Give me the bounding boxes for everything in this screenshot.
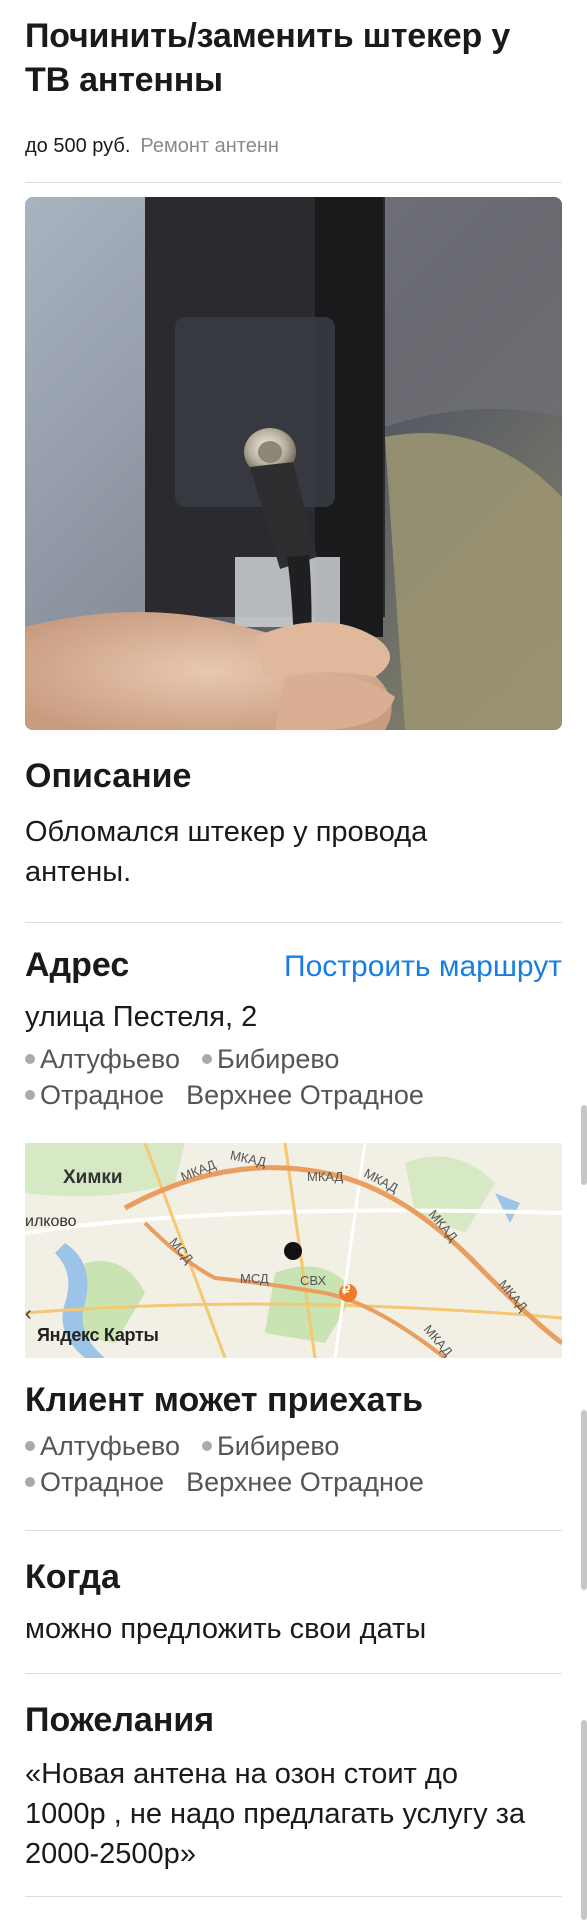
metro-station: Бибирево [201, 1428, 339, 1464]
order-price: до 500 руб. [25, 135, 131, 157]
metro-station: Верхнее Отрадное [186, 1080, 424, 1110]
metro-station: Отрадное [25, 1077, 164, 1113]
client-travel-stations: Алтуфьево Бибирево Отрадное Верхнее Отрадн… [25, 1428, 562, 1500]
scrollbar[interactable] [581, 1105, 587, 1185]
yandex-maps-logo: Яндекс Карты [37, 1325, 159, 1345]
when-text: можно предложить свои даты [25, 1613, 427, 1645]
metro-dot-icon [25, 1440, 35, 1451]
metro-dot-icon [25, 1053, 35, 1064]
address-heading: Адрес [25, 946, 130, 984]
metro-station: Алтуфьево [25, 1041, 180, 1077]
photo-image [25, 197, 562, 730]
metro-station: Отрадное [25, 1464, 164, 1500]
map-label-svh: СВХ [300, 1273, 327, 1288]
divider [25, 922, 562, 923]
description-text: Обломался штекер у провода антены. [25, 816, 428, 888]
scrollbar[interactable] [581, 1720, 587, 1920]
order-category: Ремонт антенн [140, 135, 279, 157]
ruble-icon: ₽ [342, 1282, 351, 1297]
description-heading: Описание [25, 757, 192, 795]
metro-station: Алтуфьево [25, 1428, 180, 1464]
metro-dot-icon [201, 1440, 212, 1451]
address-header: Адрес Построить маршрут [25, 943, 562, 989]
map-label-mcd: МСД [240, 1271, 269, 1286]
when-section: Когда можно предложить свои даты [25, 1555, 562, 1649]
address-map[interactable]: Химки илково МКАД МКАД МКАД МКАД МКАД МК… [25, 1143, 562, 1358]
wishes-section: Пожелания «Новая антена на озон стоит до… [25, 1698, 562, 1874]
description-section: Описание Обломался штекер у провода анте… [25, 754, 562, 892]
client-travel-heading: Клиент может приехать [25, 1381, 424, 1419]
scrollbar[interactable] [581, 1410, 587, 1590]
metro-dot-icon [25, 1476, 35, 1487]
wishes-text: «Новая антена на озон стоит до 1000р , н… [25, 1758, 526, 1870]
when-heading: Когда [25, 1558, 120, 1596]
build-route-link[interactable]: Построить маршрут [284, 945, 562, 989]
divider [25, 182, 562, 183]
address-street: улица Пестеля, 2 [25, 1001, 258, 1033]
metro-dot-icon [201, 1053, 212, 1064]
address-section: Адрес Построить маршрут улица Пестеля, 2… [25, 943, 562, 1113]
address-stations: Алтуфьево Бибирево Отрадное Верхнее Отрадн… [25, 1041, 562, 1113]
order-photo[interactable] [25, 197, 562, 730]
order-meta: до 500 руб. Ремонт антенн [25, 132, 562, 160]
client-travel-section: Клиент может приехать Алтуфьево Бибирево … [25, 1378, 562, 1500]
metro-dot-icon [25, 1089, 35, 1100]
order-title: Починить/заменить штекер у ТВ антенны [25, 17, 511, 99]
map-label-ring: МКАД [307, 1169, 344, 1184]
map-label-city-partial: илково [25, 1213, 77, 1230]
divider [25, 1673, 562, 1674]
metro-station: Верхнее Отрадное [186, 1467, 424, 1497]
chevron-left-icon: ‹ [25, 1303, 32, 1325]
location-dot-icon [284, 1242, 302, 1260]
metro-station: Бибирево [201, 1041, 339, 1077]
divider [25, 1896, 562, 1897]
divider [25, 1530, 562, 1531]
wishes-heading: Пожелания [25, 1701, 215, 1739]
order-page: Починить/заменить штекер у ТВ антенны до… [25, 0, 562, 1897]
map-label-city: Химки [63, 1167, 123, 1188]
